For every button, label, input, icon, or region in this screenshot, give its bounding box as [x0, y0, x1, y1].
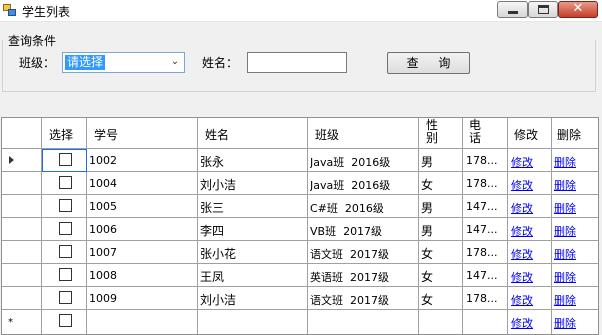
row-class: C#班 2016级: [310, 202, 384, 215]
row-name: 张三: [200, 201, 225, 215]
row-gender: 女: [421, 270, 434, 284]
row-id: 1004: [89, 177, 117, 190]
row-divider: [2, 309, 598, 310]
header-class[interactable]: 班级: [315, 126, 339, 143]
header-name[interactable]: 姓名: [205, 126, 229, 143]
close-icon: ✕: [572, 1, 584, 16]
row-checkbox[interactable]: [59, 199, 72, 212]
row-class: VB班 2017级: [310, 225, 383, 238]
row-checkbox[interactable]: [59, 245, 72, 258]
row-gender: 女: [421, 247, 434, 261]
row-checkbox[interactable]: [59, 153, 72, 166]
edit-link[interactable]: 修改: [511, 292, 533, 308]
row-phone: 147...: [466, 223, 498, 236]
delete-link[interactable]: 删除: [554, 200, 576, 216]
row-name: 刘小洁: [200, 178, 237, 192]
edit-link[interactable]: 修改: [511, 269, 533, 285]
delete-link[interactable]: 删除: [554, 292, 576, 308]
row-class: Java班 2016级: [310, 156, 391, 169]
row-class: 英语班 2017级: [310, 271, 389, 284]
minimize-icon: [508, 11, 518, 14]
edit-link[interactable]: 修改: [511, 223, 533, 239]
row-checkbox[interactable]: [59, 222, 72, 235]
row-id: 1005: [89, 200, 117, 213]
row-id: 1008: [89, 269, 117, 282]
row-header-column: [2, 118, 42, 334]
row-phone: 147...: [466, 269, 498, 282]
row-gender: 男: [421, 155, 434, 169]
delete-link[interactable]: 删除: [554, 154, 576, 170]
delete-link[interactable]: 删除: [554, 315, 576, 331]
row-checkbox[interactable]: [59, 176, 72, 189]
row-divider: [2, 240, 598, 241]
search-button[interactable]: 查 询: [387, 52, 470, 74]
row-name: 张永: [200, 155, 225, 169]
row-divider: [2, 194, 598, 195]
row-class: 语文班 2017级: [310, 294, 389, 307]
header-select[interactable]: 选择: [49, 126, 73, 143]
row-id: 1002: [89, 154, 117, 167]
class-select[interactable]: 请选择 ⌄: [62, 52, 185, 73]
delete-link[interactable]: 删除: [554, 177, 576, 193]
row-id: 1007: [89, 246, 117, 259]
app-icon: [3, 4, 17, 17]
row-class: Java班 2016级: [310, 179, 391, 192]
row-gender: 男: [421, 224, 434, 238]
row-phone: 147...: [466, 200, 498, 213]
row-divider: [2, 217, 598, 218]
edit-link[interactable]: 修改: [511, 154, 533, 170]
student-grid[interactable]: 选择 学号 姓名 班级 性 别 电 话 修改 删除 1002 张永 Java班 …: [1, 117, 599, 335]
row-name: 王凤: [200, 270, 225, 284]
minimize-button[interactable]: [497, 1, 528, 18]
row-checkbox[interactable]: [59, 268, 72, 281]
current-row-indicator-icon: [9, 156, 14, 164]
row-name: 李四: [200, 224, 225, 238]
header-edit[interactable]: 修改: [514, 126, 538, 143]
edit-link[interactable]: 修改: [511, 315, 533, 331]
maximize-button[interactable]: [528, 1, 558, 18]
window-title: 学生列表: [22, 5, 71, 19]
row-gender: 女: [421, 293, 434, 307]
header-gender[interactable]: 性 别: [426, 119, 438, 145]
row-id: 1006: [89, 223, 117, 236]
edit-link[interactable]: 修改: [511, 246, 533, 262]
query-group-title: 查询条件: [8, 34, 57, 48]
chevron-down-icon[interactable]: ⌄: [169, 56, 181, 68]
delete-link[interactable]: 删除: [554, 269, 576, 285]
name-label: 姓名：: [202, 56, 239, 70]
delete-link[interactable]: 删除: [554, 246, 576, 262]
row-gender: 男: [421, 201, 434, 215]
row-gender: 女: [421, 178, 434, 192]
edit-link[interactable]: 修改: [511, 200, 533, 216]
class-label: 班级：: [19, 56, 56, 70]
close-button[interactable]: ✕: [558, 1, 598, 18]
row-phone: 178...: [466, 154, 498, 167]
row-divider: [2, 263, 598, 264]
edit-link[interactable]: 修改: [511, 177, 533, 193]
delete-link[interactable]: 删除: [554, 223, 576, 239]
row-phone: 178...: [466, 292, 498, 305]
row-class: 语文班 2017级: [310, 248, 389, 261]
name-input[interactable]: [247, 52, 347, 73]
row-phone: 178...: [466, 177, 498, 190]
row-divider: [2, 148, 598, 149]
title-bar: 学生列表 ✕: [0, 0, 602, 22]
new-row-checkbox[interactable]: [59, 314, 72, 327]
row-divider: [2, 171, 598, 172]
row-divider: [2, 286, 598, 287]
header-id[interactable]: 学号: [94, 126, 118, 143]
row-name: 张小花: [200, 247, 237, 261]
class-select-value: 请选择: [65, 55, 106, 70]
row-checkbox[interactable]: [59, 291, 72, 304]
header-delete[interactable]: 删除: [557, 126, 581, 143]
row-name: 刘小洁: [200, 293, 237, 307]
header-phone[interactable]: 电 话: [469, 119, 481, 145]
maximize-icon: [538, 5, 549, 14]
new-row-indicator-icon: *: [8, 317, 13, 328]
row-phone: 178...: [466, 246, 498, 259]
row-id: 1009: [89, 292, 117, 305]
